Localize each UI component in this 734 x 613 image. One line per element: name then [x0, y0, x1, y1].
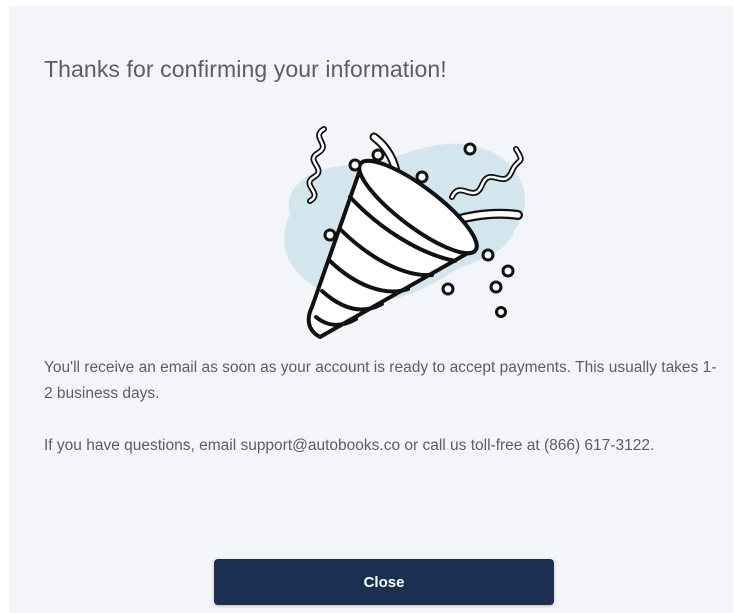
close-button[interactable]: Close [214, 559, 554, 605]
support-contact-message: If you have questions, email support@aut… [44, 437, 655, 454]
account-ready-message: You'll receive an email as soon as your … [44, 359, 717, 402]
confirmation-modal: Thanks for confirming your information! [9, 6, 733, 613]
party-popper-illustration [250, 119, 540, 349]
modal-title: Thanks for confirming your information! [44, 56, 447, 82]
party-popper-icon [284, 126, 525, 339]
